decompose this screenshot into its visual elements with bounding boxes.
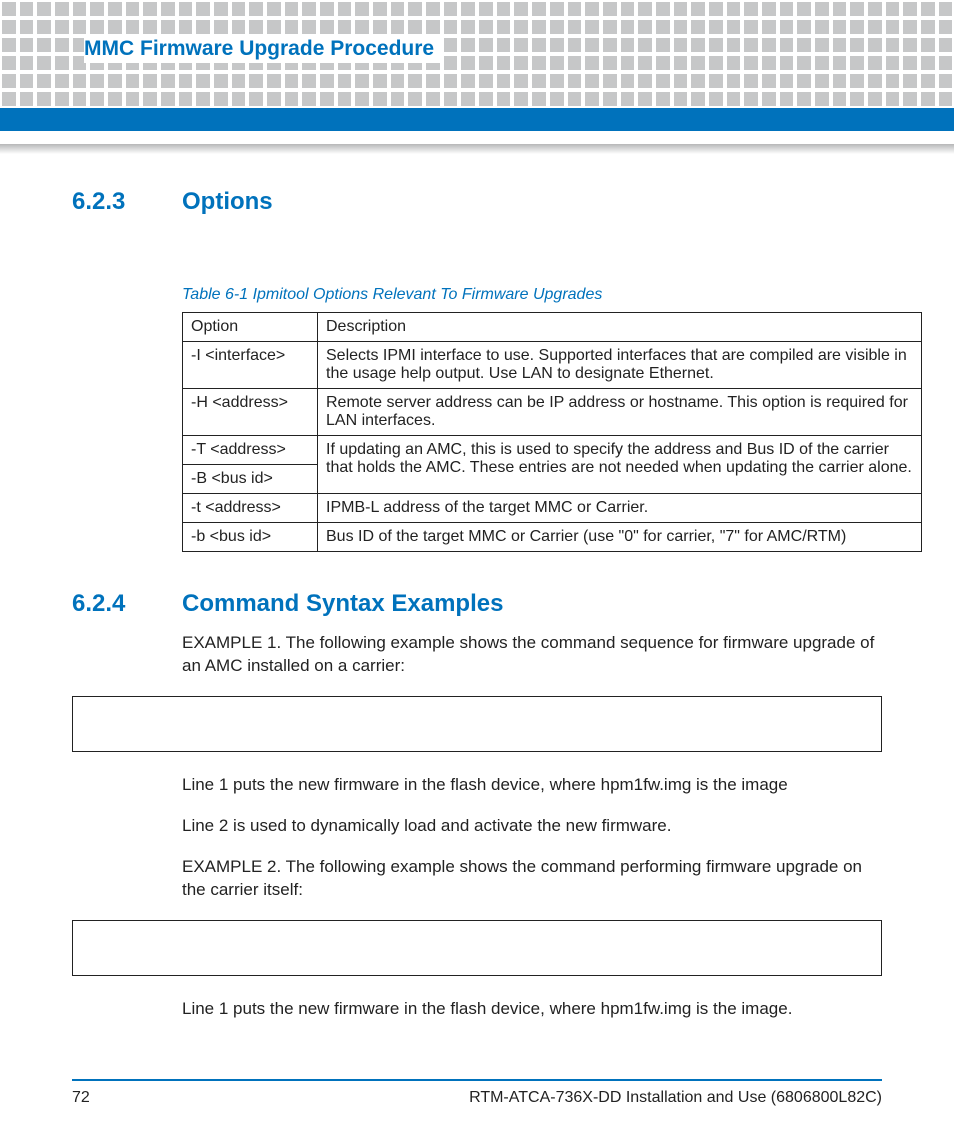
page-number: 72	[72, 1089, 90, 1107]
example2-intro: EXAMPLE 2. The following example shows t…	[182, 856, 882, 902]
example1-code-box	[72, 696, 882, 752]
header-shadow	[0, 144, 954, 154]
table-row: -H <address> Remote server address can b…	[183, 389, 922, 436]
description-cell: Selects IPMI interface to use. Supported…	[318, 342, 922, 389]
section-title: Command Syntax Examples	[182, 590, 503, 618]
section-number: 6.2.3	[72, 188, 182, 216]
example1-line1: Line 1 puts the new firmware in the flas…	[182, 774, 882, 797]
option-cell: -b <bus id>	[183, 523, 318, 552]
table-header-description: Description	[318, 313, 922, 342]
option-cell: -t <address>	[183, 494, 318, 523]
table-header-option: Option	[183, 313, 318, 342]
table-row: -T <address> If updating an AMC, this is…	[183, 436, 922, 465]
option-cell: -H <address>	[183, 389, 318, 436]
page-title: MMC Firmware Upgrade Procedure	[84, 35, 440, 63]
description-cell: IPMB-L address of the target MMC or Carr…	[318, 494, 922, 523]
header-blue-bar	[0, 108, 954, 131]
option-cell: -B <bus id>	[183, 465, 318, 494]
table-caption: Table 6-1 Ipmitool Options Relevant To F…	[182, 286, 882, 304]
option-cell: -T <address>	[183, 436, 318, 465]
page-footer: 72 RTM-ATCA-736X-DD Installation and Use…	[72, 1079, 882, 1107]
page-content: 6.2.3 Options Table 6-1 Ipmitool Options…	[72, 180, 882, 1039]
section-heading-examples: 6.2.4 Command Syntax Examples	[72, 590, 882, 618]
example1-line2: Line 2 is used to dynamically load and a…	[182, 815, 882, 838]
example2-line1: Line 1 puts the new firmware in the flas…	[182, 998, 882, 1021]
example2-code-box	[72, 920, 882, 976]
description-cell: Remote server address can be IP address …	[318, 389, 922, 436]
section-title: Options	[182, 188, 273, 216]
table-row: -b <bus id> Bus ID of the target MMC or …	[183, 523, 922, 552]
table-header-row: Option Description	[183, 313, 922, 342]
description-cell: Bus ID of the target MMC or Carrier (use…	[318, 523, 922, 552]
doc-id: RTM-ATCA-736X-DD Installation and Use (6…	[469, 1089, 882, 1107]
table-row: -I <interface> Selects IPMI interface to…	[183, 342, 922, 389]
section-number: 6.2.4	[72, 590, 182, 618]
description-cell: If updating an AMC, this is used to spec…	[318, 436, 922, 494]
option-cell: -I <interface>	[183, 342, 318, 389]
table-row: -t <address> IPMB-L address of the targe…	[183, 494, 922, 523]
options-table: Option Description -I <interface> Select…	[182, 312, 922, 552]
section-heading-options: 6.2.3 Options	[72, 188, 882, 216]
example1-intro: EXAMPLE 1. The following example shows t…	[182, 632, 882, 678]
